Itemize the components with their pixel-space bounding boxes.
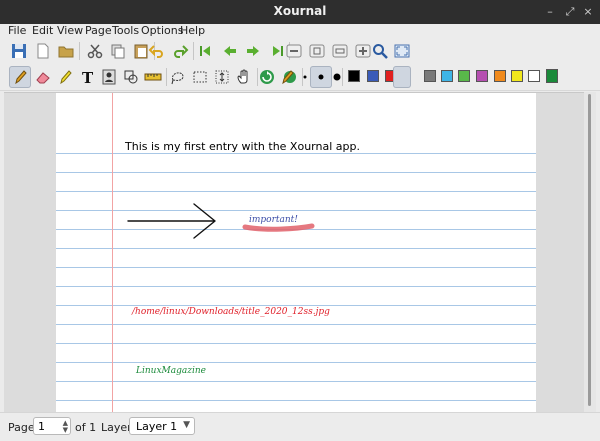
main-toolbar (0, 38, 600, 65)
previous-page-icon[interactable] (219, 40, 241, 62)
title-bar: Xournal – ⤢ × (0, 0, 600, 24)
scrollbar-thumb[interactable] (588, 94, 591, 406)
layer-select[interactable]: Layer 1 ▼ (129, 417, 195, 435)
zoom-100-icon[interactable] (306, 40, 328, 62)
page-number-value[interactable]: 1 (38, 420, 45, 433)
menu-page[interactable]: Page (85, 24, 112, 38)
color-swatch[interactable] (528, 70, 540, 82)
xournal-window: Xournal – ⤢ × File Edit View Page Tools … (0, 0, 600, 441)
zoom-fit-icon[interactable] (329, 40, 351, 62)
menu-bar: File Edit View Page Tools Options Help (0, 24, 600, 38)
eraser-icon[interactable] (32, 66, 54, 88)
handwritten-file-path: /home/linux/Downloads/title_2020_12ss.jp… (132, 307, 330, 317)
save-icon[interactable] (8, 40, 30, 62)
undo-icon[interactable] (146, 40, 168, 62)
active-color-frame (393, 66, 411, 88)
thickness-thick[interactable] (326, 66, 348, 88)
color-swatch[interactable] (441, 70, 453, 82)
color-swatch[interactable] (494, 70, 506, 82)
next-page-icon[interactable] (242, 40, 264, 62)
new-page-icon[interactable] (32, 40, 54, 62)
page-number-spinner[interactable]: 1 ▲ ▼ (33, 417, 71, 435)
first-page-icon[interactable] (196, 40, 218, 62)
handwritten-brand: LinuxMagazine (136, 366, 206, 376)
arrow-drawing (127, 203, 216, 239)
document-page[interactable]: This is my first entry with the Xournal … (56, 93, 536, 413)
color-swatch[interactable] (511, 70, 523, 82)
redo-icon[interactable] (169, 40, 191, 62)
restore-icon[interactable]: ⤢ (562, 4, 578, 20)
color-swatch[interactable] (458, 70, 470, 82)
close-icon[interactable]: × (580, 4, 596, 20)
cut-icon[interactable] (84, 40, 106, 62)
select-rectangle-icon[interactable] (189, 66, 211, 88)
highlight-stroke (242, 223, 315, 232)
minimize-icon[interactable]: – (542, 4, 558, 20)
text-icon[interactable]: T (76, 66, 98, 88)
open-icon[interactable] (55, 40, 77, 62)
fullscreen-icon[interactable] (391, 40, 413, 62)
page-label: Page (8, 421, 35, 434)
menu-edit[interactable]: Edit (32, 24, 53, 38)
status-bar: Page 1 ▲ ▼ of 1 Layer: Layer 1 ▼ (0, 412, 600, 441)
hand-icon[interactable] (233, 66, 255, 88)
menu-help[interactable]: Help (180, 24, 205, 38)
handwritten-important: important! (249, 215, 298, 225)
page-count: of 1 (75, 421, 97, 434)
zoom-out-icon[interactable] (283, 40, 305, 62)
menu-view[interactable]: View (57, 24, 83, 38)
default-tool-icon[interactable] (256, 66, 278, 88)
chevron-down-icon[interactable]: ▼ (183, 420, 190, 430)
color-swatch[interactable] (367, 70, 379, 82)
svg-text:T: T (82, 69, 94, 86)
color-swatch[interactable] (546, 69, 558, 83)
select-region-icon[interactable] (167, 66, 189, 88)
layer-value[interactable]: Layer 1 (136, 420, 177, 433)
menu-file[interactable]: File (8, 24, 26, 38)
tools-toolbar: T (0, 64, 600, 91)
vertical-scrollbar[interactable] (584, 92, 596, 412)
canvas-area[interactable]: This is my first entry with the Xournal … (4, 92, 584, 413)
vertical-space-icon[interactable] (211, 66, 233, 88)
pen-icon[interactable] (9, 66, 31, 88)
shape-recognizer-icon[interactable] (120, 66, 142, 88)
window-title: Xournal (273, 4, 327, 18)
menu-tools[interactable]: Tools (112, 24, 139, 38)
copy-icon[interactable] (107, 40, 129, 62)
image-icon[interactable] (98, 66, 120, 88)
color-swatch[interactable] (476, 70, 488, 82)
ruler-icon[interactable] (142, 66, 164, 88)
menu-options[interactable]: Options (141, 24, 183, 38)
ink-layer (127, 203, 315, 239)
color-swatch[interactable] (424, 70, 436, 82)
search-icon[interactable] (369, 40, 391, 62)
color-swatch[interactable] (348, 70, 360, 82)
highlighter-icon[interactable] (54, 66, 76, 88)
spin-down-icon[interactable]: ▼ (63, 427, 68, 434)
